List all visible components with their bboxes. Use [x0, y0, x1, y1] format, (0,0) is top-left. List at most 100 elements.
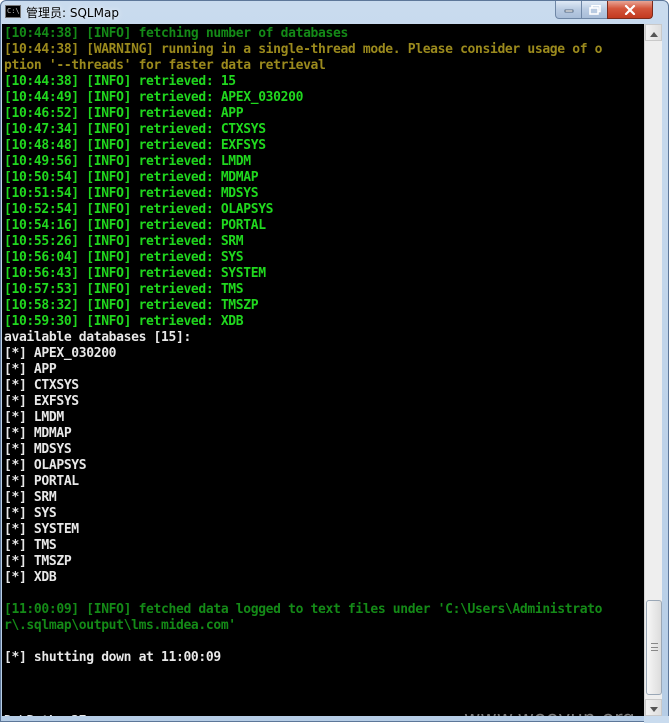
- console-line-text: [*] EXFSYS: [4, 394, 79, 409]
- console-line-text: [*] SRM: [4, 490, 57, 505]
- console-line-text: [*] MDSYS: [4, 442, 72, 457]
- console-line: [10:44:38] [WARNING] running in a single…: [4, 42, 644, 58]
- window-title: 管理员: SQLMap: [26, 6, 119, 20]
- console-line: [*] APEX_030200: [4, 346, 644, 362]
- console-line-text: [10:56:04] [INFO] retrieved: SYS: [4, 250, 244, 265]
- console-line: available databases [15]:: [4, 330, 644, 346]
- console-line: r\.sqlmap\output\lms.midea.com': [4, 618, 644, 634]
- console-line: [*] PORTAL: [4, 474, 644, 490]
- console-line: [10:47:34] [INFO] retrieved: CTXSYS: [4, 122, 644, 138]
- console-line-text: [*] APP: [4, 362, 57, 377]
- console-line-text: [10:58:32] [INFO] retrieved: TMSZP: [4, 298, 259, 313]
- console-line: [10:56:43] [INFO] retrieved: SYSTEM: [4, 266, 644, 282]
- console-line: [10:57:53] [INFO] retrieved: TMS: [4, 282, 644, 298]
- console-line-text: r\.sqlmap\output\lms.midea.com': [4, 618, 236, 633]
- console-line: [*] MDSYS: [4, 442, 644, 458]
- console-line: [*] LMDM: [4, 410, 644, 426]
- console-line-text: [*] MDMAP: [4, 426, 72, 441]
- arrow-up-icon: [649, 24, 658, 42]
- console-line-text: [*] OLAPSYS: [4, 458, 87, 473]
- console-line-text: [10:44:38] [INFO] retrieved: 15: [4, 74, 236, 89]
- minimize-button[interactable]: [555, 1, 582, 19]
- console-line: [*] TMS: [4, 538, 644, 554]
- console-line: [11:00:09] [INFO] fetched data logged to…: [4, 602, 644, 618]
- console-line-text: [*] CTXSYS: [4, 378, 79, 393]
- console-line: [10:44:49] [INFO] retrieved: APEX_030200: [4, 90, 644, 106]
- maximize-icon: [588, 4, 601, 15]
- console-lines: [10:44:38] [INFO] fetching number of dat…: [4, 26, 644, 716]
- console-line: [10:51:54] [INFO] retrieved: MDSYS: [4, 186, 644, 202]
- vertical-scrollbar[interactable]: [644, 24, 662, 716]
- console-line-text: [11:00:09] [INFO] fetched data logged to…: [4, 602, 603, 617]
- console-line-text: [*] SYS: [4, 506, 57, 521]
- console-line-text: [10:49:56] [INFO] retrieved: LMDM: [4, 154, 251, 169]
- scroll-thumb[interactable]: [646, 600, 662, 695]
- console-line: [*] CTXSYS: [4, 378, 644, 394]
- close-icon: [624, 4, 636, 15]
- console-line-text: [10:50:54] [INFO] retrieved: MDMAP: [4, 170, 259, 185]
- console-line-text: [10:51:54] [INFO] retrieved: MDSYS: [4, 186, 259, 201]
- console-line-text: [*] TMSZP: [4, 554, 72, 569]
- maximize-button[interactable]: [581, 1, 608, 19]
- console-line-text: D:\Python27>: [4, 714, 94, 716]
- console-line-text: [*] APEX_030200: [4, 346, 117, 361]
- console-line: [*] SRM: [4, 490, 644, 506]
- console-line: [*] OLAPSYS: [4, 458, 644, 474]
- console-line: [10:44:38] [INFO] fetching number of dat…: [4, 26, 644, 42]
- console-line-text: [10:56:43] [INFO] retrieved: SYSTEM: [4, 266, 266, 281]
- console-line: ption '--threads' for faster data retrie…: [4, 58, 644, 74]
- console-line: [10:58:32] [INFO] retrieved: TMSZP: [4, 298, 644, 314]
- console-line-text: [10:48:48] [INFO] retrieved: EXFSYS: [4, 138, 266, 153]
- console-line-text: [10:57:53] [INFO] retrieved: TMS: [4, 282, 244, 297]
- console-line: [*] XDB: [4, 570, 644, 586]
- console-line: [10:48:48] [INFO] retrieved: EXFSYS: [4, 138, 644, 154]
- console-line-text: [10:55:26] [INFO] retrieved: SRM: [4, 234, 244, 249]
- console-line-text: [10:46:52] [INFO] retrieved: APP: [4, 106, 244, 121]
- console-line: [*] SYSTEM: [4, 522, 644, 538]
- watermark: www.wooyun.org: [464, 706, 635, 716]
- console-line-text: [*] LMDM: [4, 410, 64, 425]
- console-line: [10:50:54] [INFO] retrieved: MDMAP: [4, 170, 644, 186]
- console-line-text: [10:47:34] [INFO] retrieved: CTXSYS: [4, 122, 266, 137]
- console-line-text: [10:59:30] [INFO] retrieved: XDB: [4, 314, 244, 329]
- console-line-text: [10:44:49] [INFO] retrieved: APEX_030200: [4, 90, 304, 105]
- console-output[interactable]: [10:44:38] [INFO] fetching number of dat…: [2, 24, 644, 716]
- grip-icon: [651, 643, 658, 651]
- console-line: [*] TMSZP: [4, 554, 644, 570]
- console-line-text: [*] SYSTEM: [4, 522, 79, 537]
- console-line: [10:44:38] [INFO] retrieved: 15: [4, 74, 644, 90]
- console-line: [*] shutting down at 11:00:09: [4, 650, 644, 666]
- console-line-text: ption '--threads' for faster data retrie…: [4, 58, 326, 73]
- console-line: [10:56:04] [INFO] retrieved: SYS: [4, 250, 644, 266]
- console-line: [*] APP: [4, 362, 644, 378]
- console-line: [10:52:54] [INFO] retrieved: OLAPSYS: [4, 202, 644, 218]
- arrow-down-icon: [649, 699, 658, 717]
- console-line: [*] EXFSYS: [4, 394, 644, 410]
- console-line: [10:49:56] [INFO] retrieved: LMDM: [4, 154, 644, 170]
- close-button[interactable]: [607, 1, 653, 19]
- console-line-text: [10:54:16] [INFO] retrieved: PORTAL: [4, 218, 266, 233]
- console-line: [10:55:26] [INFO] retrieved: SRM: [4, 234, 644, 250]
- console-app-icon[interactable]: C:\: [5, 5, 21, 18]
- console-line: [10:59:30] [INFO] retrieved: XDB: [4, 314, 644, 330]
- console-line: [*] MDMAP: [4, 426, 644, 442]
- console-line-text: [*] PORTAL: [4, 474, 79, 489]
- console-line: [10:46:52] [INFO] retrieved: APP: [4, 106, 644, 122]
- console-line: [*] SYS: [4, 506, 644, 522]
- console-line-text: [10:52:54] [INFO] retrieved: OLAPSYS: [4, 202, 274, 217]
- console-window: C:\ 管理员: SQLMap [10:44:38] [INFO] fetchi…: [0, 0, 669, 723]
- console-line-text: [*] shutting down at 11:00:09: [4, 650, 221, 665]
- console-line-text: [10:44:38] [INFO] fetching number of dat…: [4, 26, 348, 41]
- title-bar[interactable]: C:\ 管理员: SQLMap: [1, 1, 668, 23]
- console-line-text: [10:44:38] [WARNING] running in a single…: [4, 42, 603, 57]
- console-line: [10:54:16] [INFO] retrieved: PORTAL: [4, 218, 644, 234]
- scroll-up-button[interactable]: [645, 24, 662, 41]
- console-line-text: [*] TMS: [4, 538, 57, 553]
- minimize-icon: [564, 7, 574, 13]
- console-line-text: available databases [15]:: [4, 330, 191, 345]
- scroll-down-button[interactable]: [645, 699, 662, 716]
